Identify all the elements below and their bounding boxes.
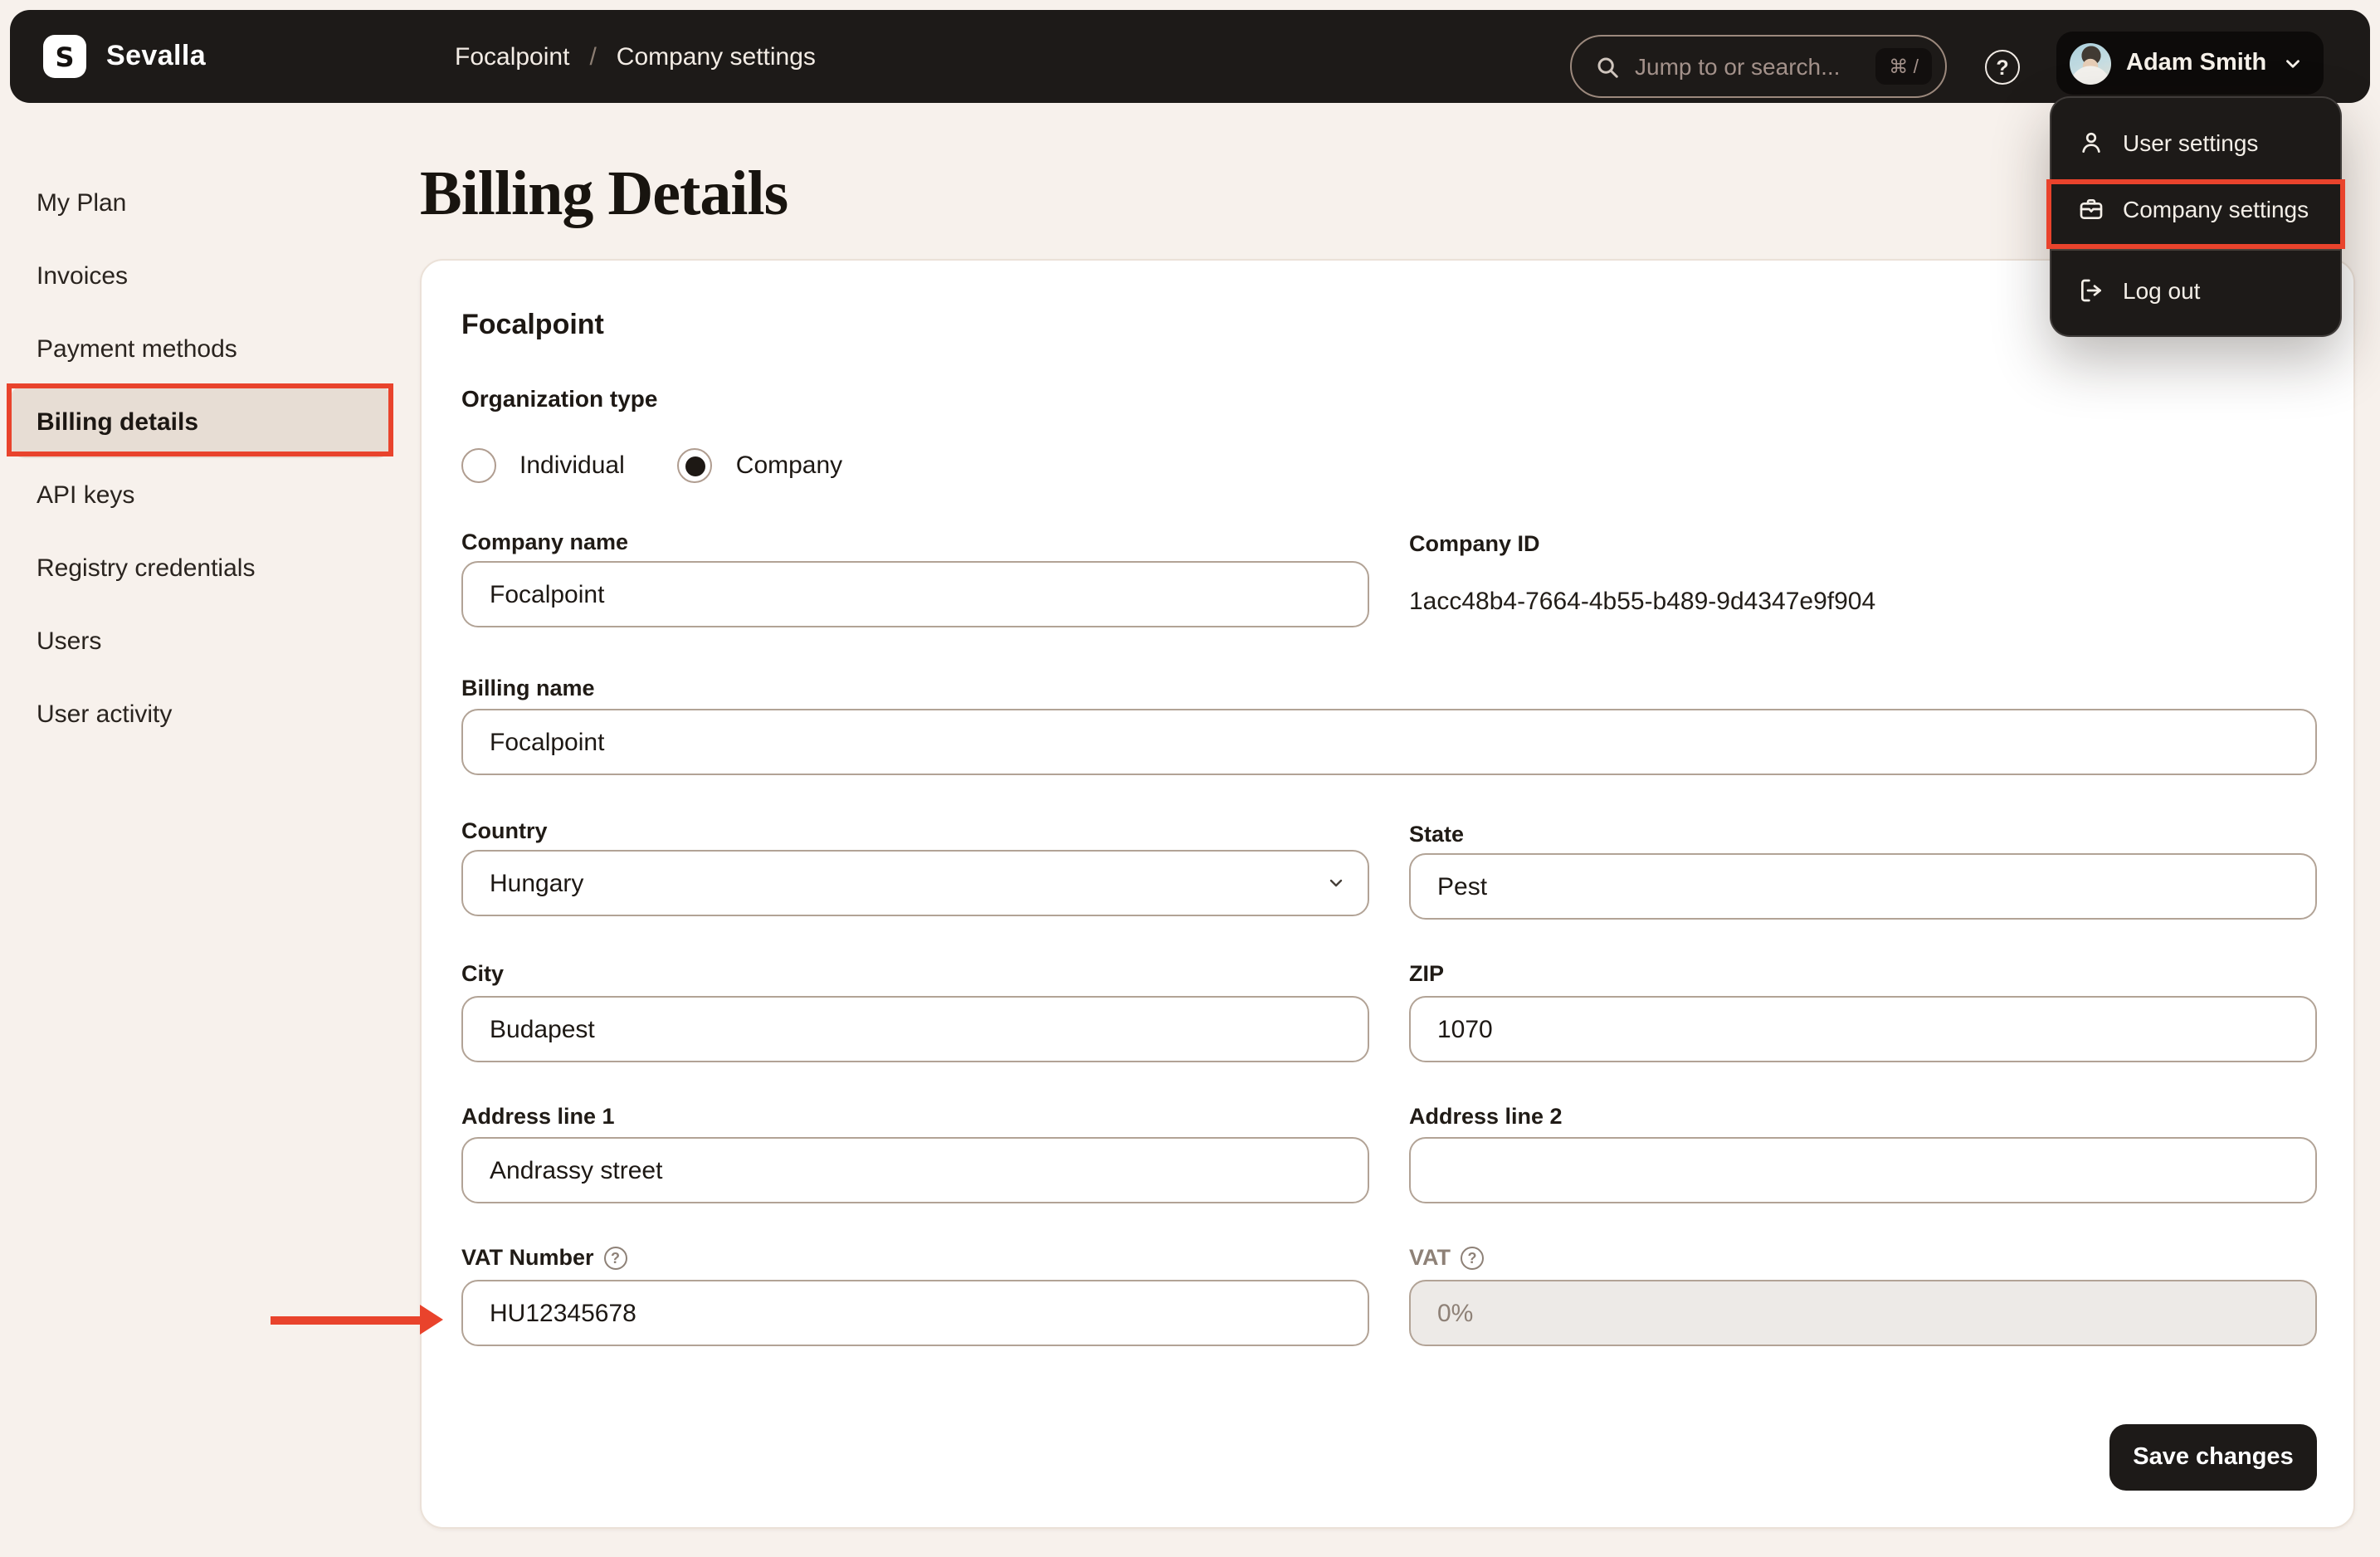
radio-dot [685, 456, 705, 476]
billing-details-card: Focalpoint Organization type Individual … [420, 259, 2355, 1529]
sevalla-logo-icon: S [43, 35, 86, 78]
city-input[interactable] [461, 996, 1369, 1062]
sidebar-item-payment-methods[interactable]: Payment methods [10, 312, 392, 385]
sidebar-item-users[interactable]: Users [10, 604, 392, 677]
breadcrumb-org[interactable]: Focalpoint [455, 42, 569, 71]
address-line-2-input[interactable] [1409, 1137, 2317, 1203]
vat-label-text: VAT [1409, 1245, 1451, 1270]
vat-number-input[interactable] [461, 1280, 1369, 1346]
vat-help-icon[interactable]: ? [1461, 1246, 1484, 1269]
breadcrumb-page[interactable]: Company settings [617, 42, 816, 71]
page-title: Billing Details [420, 159, 788, 229]
zip-label: ZIP [1409, 961, 1445, 986]
radio-individual[interactable] [461, 448, 496, 483]
vat-number-label-text: VAT Number [461, 1245, 594, 1270]
help-button[interactable]: ? [1985, 50, 2020, 85]
breadcrumb: Focalpoint / Company settings [455, 10, 816, 103]
annotation-arrow-shaft [271, 1315, 423, 1324]
save-changes-button[interactable]: Save changes [2109, 1424, 2317, 1491]
state-input[interactable] [1409, 853, 2317, 920]
menu-item-user-settings[interactable]: User settings [2051, 110, 2340, 176]
annotation-arrow-head [420, 1305, 443, 1335]
user-name: Adam Smith [2126, 50, 2267, 76]
vat-label: VAT ? [1409, 1245, 1484, 1270]
card-title: Focalpoint [461, 309, 604, 340]
top-bar: S Sevalla Focalpoint / Company settings … [10, 10, 2370, 103]
global-search[interactable]: ⌘ / [1570, 35, 1947, 98]
vat-input [1409, 1280, 2317, 1346]
log-out-icon [2081, 279, 2101, 302]
organization-type-radio-group: Individual Company [461, 448, 872, 483]
company-id-label: Company ID [1409, 531, 1540, 556]
sidebar-item-registry-credentials[interactable]: Registry credentials [10, 531, 392, 604]
country-label: Country [461, 818, 548, 843]
billing-name-input[interactable] [461, 709, 2317, 775]
radio-company-label: Company [735, 451, 843, 480]
brand[interactable]: S Sevalla [43, 35, 206, 78]
annotation-box-company-settings [2046, 179, 2345, 249]
company-name-label: Company name [461, 530, 629, 554]
menu-item-log-out[interactable]: Log out [2051, 257, 2340, 324]
annotation-arrow-vat-number [271, 1305, 443, 1335]
country-select-value[interactable] [461, 850, 1369, 916]
sidebar-item-invoices[interactable]: Invoices [10, 239, 392, 312]
menu-item-label: User settings [2123, 129, 2259, 156]
country-select[interactable] [461, 850, 1369, 916]
question-icon: ? [1996, 56, 2009, 79]
vat-number-help-icon[interactable]: ? [603, 1246, 627, 1269]
sidebar-nav: My Plan Invoices Payment methods Billing… [10, 166, 392, 750]
avatar [2070, 42, 2111, 84]
radio-individual-label: Individual [519, 451, 625, 480]
radio-company[interactable] [677, 448, 713, 483]
search-icon [1597, 56, 1618, 77]
organization-type-label: Organization type [461, 385, 658, 412]
city-label: City [461, 961, 505, 986]
annotation-box-billing-details [7, 383, 393, 456]
user-menu-button[interactable]: Adam Smith [2056, 32, 2324, 95]
search-input[interactable] [1635, 53, 1876, 80]
company-id-value: 1acc48b4-7664-4b55-b489-9d4347e9f904 [1409, 588, 1876, 616]
sidebar-item-user-activity[interactable]: User activity [10, 677, 392, 750]
address-line-2-label: Address line 2 [1409, 1104, 1563, 1129]
zip-input[interactable] [1409, 996, 2317, 1062]
app-root: S Sevalla Focalpoint / Company settings … [0, 0, 2380, 1557]
sidebar-item-my-plan[interactable]: My Plan [10, 166, 392, 239]
address-line-1-input[interactable] [461, 1137, 1369, 1203]
company-name-input[interactable] [461, 561, 1369, 627]
vat-number-label: VAT Number ? [461, 1245, 627, 1270]
search-shortcut-badge: ⌘ / [1875, 48, 1932, 85]
brand-name: Sevalla [106, 40, 207, 71]
billing-name-label: Billing name [461, 676, 595, 700]
sidebar-item-api-keys[interactable]: API keys [10, 458, 392, 531]
chevron-down-icon [2285, 59, 2300, 67]
address-line-1-label: Address line 1 [461, 1104, 615, 1129]
breadcrumb-separator: / [589, 42, 597, 71]
user-icon [2082, 132, 2100, 153]
state-label: State [1409, 822, 1465, 847]
menu-divider [2051, 249, 2340, 251]
menu-item-label: Log out [2123, 277, 2201, 304]
